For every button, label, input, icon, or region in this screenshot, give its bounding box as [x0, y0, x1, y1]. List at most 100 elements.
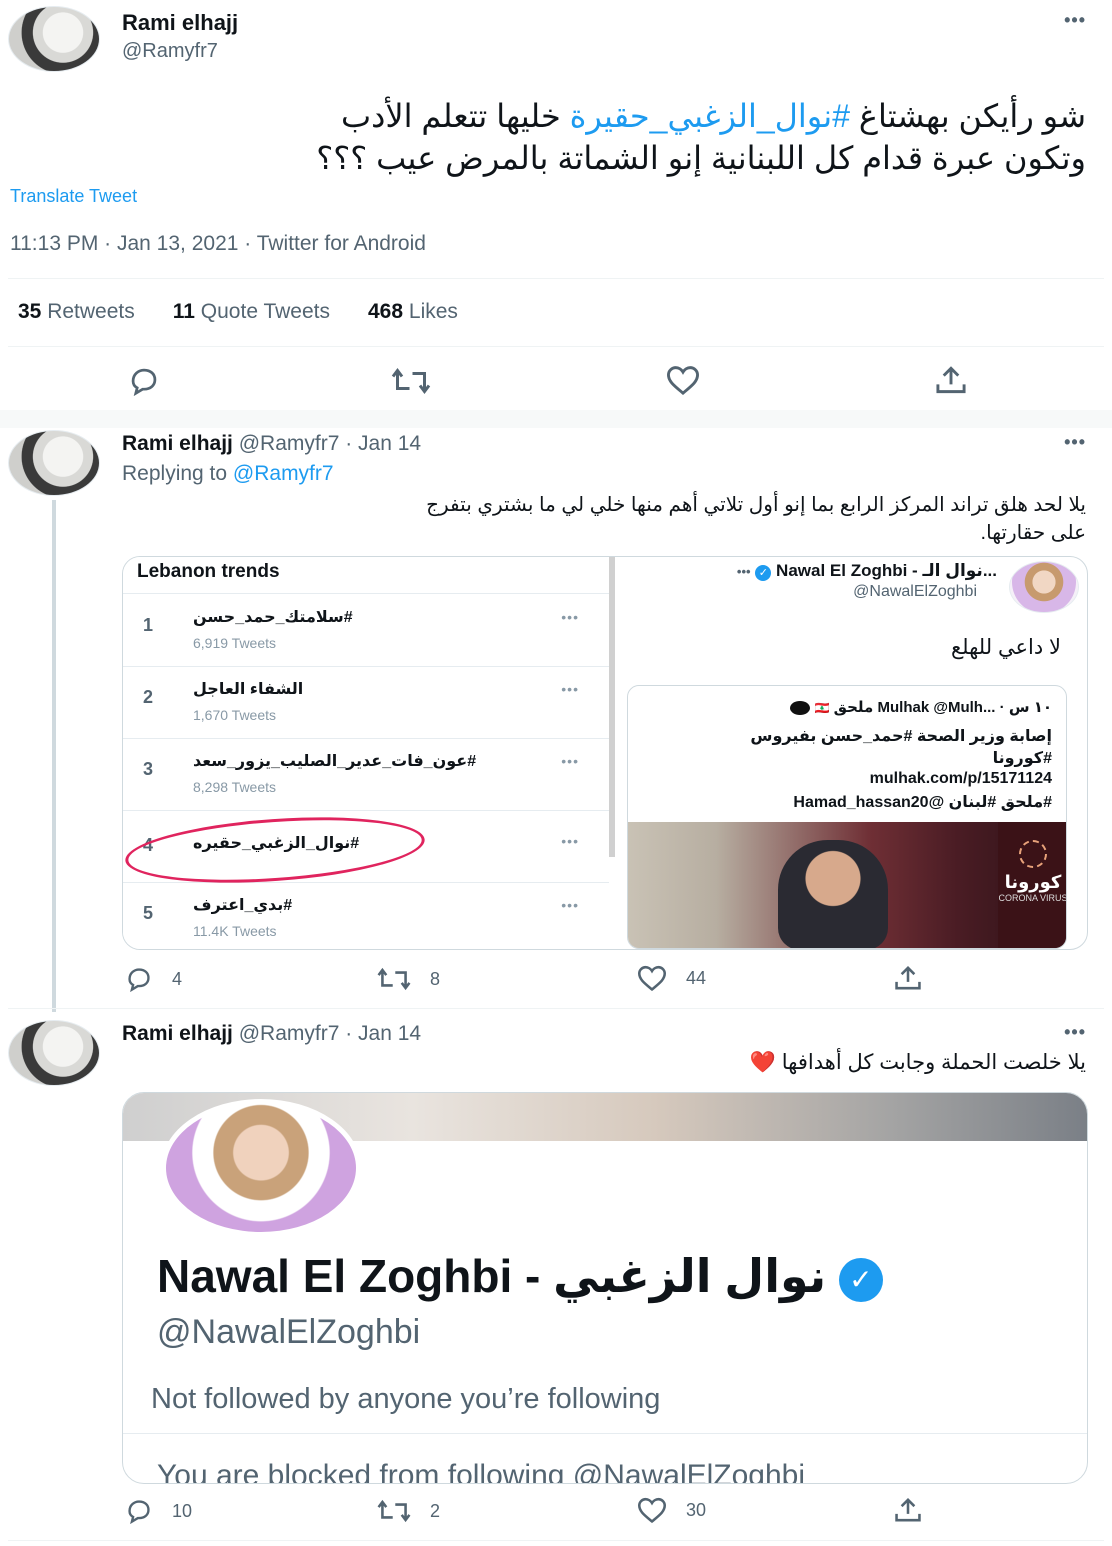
- reply-text-line1: يلا لحد هلق تراند المركز الرابع بما إنو …: [426, 494, 1086, 516]
- retweet-button[interactable]: [390, 366, 432, 396]
- retweet-button[interactable]: 2: [376, 1498, 440, 1524]
- trend-more-icon[interactable]: •••: [561, 681, 579, 697]
- quoted-line: #كورونا: [992, 750, 1052, 767]
- reply-text-line2: على حقارتها.: [980, 522, 1086, 544]
- trend-more-icon[interactable]: •••: [561, 833, 579, 849]
- like-button[interactable]: 44: [636, 964, 706, 992]
- likes-stat[interactable]: 468 Likes: [368, 300, 458, 324]
- reply-count: 4: [172, 968, 183, 989]
- retweet-icon: [391, 368, 431, 394]
- reply-icon: [128, 1500, 150, 1524]
- tweet-text-part: خليها تتعلم الأدب: [341, 98, 570, 134]
- replying-prefix: Replying to: [122, 462, 228, 485]
- profile-name-row: Nawal El Zoghbi - نوال الزغبي ✓: [157, 1249, 883, 1303]
- tweet-stats: 35 Retweets 11 Quote Tweets 468 Likes: [18, 300, 458, 324]
- divider: [8, 346, 1104, 347]
- more-options-icon[interactable]: •••: [1064, 432, 1086, 453]
- quoted-source-icon: [790, 701, 811, 716]
- attached-image[interactable]: Lebanon trends 1 #سلامتك_حمد_حسن 6,919 T…: [122, 556, 1088, 950]
- reply-button[interactable]: 10: [124, 1498, 192, 1524]
- author-avatar[interactable]: [8, 430, 100, 496]
- translate-tweet-link[interactable]: Translate Tweet: [10, 186, 137, 207]
- trend-item[interactable]: 5 #بدي_اعترف 11.4K Tweets •••: [123, 883, 609, 949]
- trend-rank: 2: [143, 687, 154, 707]
- trends-panel: Lebanon trends 1 #سلامتك_حمد_حسن 6,919 T…: [123, 557, 609, 949]
- retweets-stat[interactable]: 35 Retweets: [18, 300, 135, 324]
- embedded-more-icon: •••: [736, 564, 751, 579]
- replying-handle-link[interactable]: @Ramyfr7: [233, 462, 334, 485]
- photo-person: [778, 840, 888, 948]
- profile-card-rule: [123, 1433, 1087, 1434]
- share-button[interactable]: [892, 1496, 924, 1524]
- trends-title: Lebanon trends: [137, 561, 280, 582]
- reply-header: Rami elhajj @Ramyfr7 · Jan 14: [122, 432, 421, 456]
- trend-more-icon[interactable]: •••: [561, 897, 579, 913]
- embedded-author-handle: @NawalElZoghbi: [853, 583, 977, 600]
- trend-count: 8,298 Tweets: [193, 779, 277, 795]
- author-handle[interactable]: @Ramyfr7: [122, 40, 218, 63]
- trend-item[interactable]: 2 الشفاء العاجل 1,670 Tweets •••: [123, 667, 609, 739]
- reply-header: Rami elhajj @Ramyfr7 · Jan 14: [122, 1022, 421, 1046]
- author-avatar[interactable]: [8, 1020, 100, 1086]
- retweet-icon: [377, 1499, 411, 1523]
- author-avatar[interactable]: [8, 6, 100, 72]
- share-button[interactable]: [932, 364, 970, 396]
- like-button[interactable]: 30: [636, 1496, 706, 1524]
- hashtag-link[interactable]: #نوال_الزغبي_حقيرة: [570, 98, 850, 134]
- retweet-count: 2: [430, 1500, 441, 1521]
- reply-button[interactable]: [126, 366, 162, 396]
- trend-item[interactable]: 3 #عون_فات_عدير_الصليب_يزور_سعد 8,298 Tw…: [123, 739, 609, 811]
- trend-count: 6,919 Tweets: [193, 635, 277, 651]
- attached-profile-image[interactable]: Nawal El Zoghbi - نوال الزغبي ✓ @NawalEl…: [122, 1092, 1088, 1484]
- quoted-link: mulhak.com/p/15171124: [869, 770, 1052, 787]
- quotes-label: Quote Tweets: [200, 300, 330, 323]
- divider: [8, 1540, 1104, 1541]
- corona-logo-icon: [1019, 840, 1047, 868]
- like-count: 44: [686, 967, 707, 988]
- retweet-icon: [377, 967, 411, 991]
- author-name[interactable]: Rami elhajj: [122, 10, 238, 36]
- trend-more-icon[interactable]: •••: [561, 753, 579, 769]
- quoted-line: إصابة وزير الصحة #حمد_حسن بفيروس: [750, 728, 1052, 745]
- quote-tweets-stat[interactable]: 11 Quote Tweets: [173, 300, 330, 324]
- embedded-tweet: ••• ✓ Nawal El Zoghbi - نوال الـ... @Naw…: [615, 557, 1087, 949]
- reply-button[interactable]: 4: [124, 966, 182, 992]
- retweet-button[interactable]: 8: [376, 966, 440, 992]
- corona-badge-ar: كورونا: [1004, 872, 1062, 892]
- author-name[interactable]: Rami elhajj: [122, 432, 233, 455]
- trend-item[interactable]: 1 #سلامتك_حمد_حسن 6,919 Tweets •••: [123, 595, 609, 667]
- quoted-line: #ملحق #لبنان @Hamad_hassan20: [793, 794, 1052, 811]
- tweet-timestamp[interactable]: 11:13 PM · Jan 13, 2021 · Twitter for An…: [10, 232, 426, 256]
- author-name[interactable]: Rami elhajj: [122, 1022, 233, 1045]
- reply-text: يلا خلصت الحملة وجابت كل أهدافها ❤️: [750, 1050, 1086, 1075]
- like-count: 30: [686, 1499, 707, 1520]
- trends-header-rule: [123, 593, 609, 594]
- more-options-icon[interactable]: •••: [1064, 1022, 1086, 1043]
- retweet-count: 8: [430, 968, 441, 989]
- profile-name: Nawal El Zoghbi - نوال الزغبي: [157, 1250, 827, 1302]
- tweet-text-line1: شو رأيكن بهشتاغ #نوال_الزغبي_حقيرة خليها…: [6, 96, 1086, 136]
- share-button[interactable]: [892, 964, 924, 992]
- reply-icon: [128, 968, 150, 992]
- corona-badge: كورونا CORONA VIRUS: [998, 822, 1066, 948]
- profile-avatar: [161, 1099, 361, 1237]
- embedded-author-name: Nawal El Zoghbi - نوال الـ...: [776, 561, 997, 580]
- more-options-icon[interactable]: •••: [1064, 10, 1086, 31]
- trend-tag: الشفاء العاجل: [193, 681, 304, 698]
- verified-badge-icon: ✓: [838, 1257, 883, 1302]
- trend-tag: #سلامتك_حمد_حسن: [193, 609, 353, 626]
- embedded-tweet-text: لا داعي للهلع: [950, 636, 1061, 659]
- blocked-note: You are blocked from following @NawalElZ…: [157, 1459, 806, 1484]
- reply-text-body: يلا خلصت الحملة وجابت كل أهدافها: [781, 1051, 1086, 1074]
- heart-icon: [666, 366, 700, 395]
- author-handle-time[interactable]: @Ramyfr7 · Jan 14: [239, 1022, 421, 1045]
- trend-more-icon[interactable]: •••: [561, 609, 579, 625]
- trend-rank: 3: [143, 759, 154, 779]
- followed-note: Not followed by anyone you’re following: [151, 1383, 661, 1415]
- quoted-photo: كورونا CORONA VIRUS: [628, 822, 1066, 948]
- author-handle-time[interactable]: @Ramyfr7 · Jan 14: [239, 432, 421, 455]
- quoted-tweet: 🇱🇧 ملحق Mulhak @Mulh... · ١٠ س إصابة وزي…: [627, 685, 1067, 949]
- thread-line: [52, 500, 56, 1012]
- tweet-text-part: شو رأيكن بهشتاغ: [850, 98, 1086, 134]
- like-button[interactable]: [664, 364, 702, 396]
